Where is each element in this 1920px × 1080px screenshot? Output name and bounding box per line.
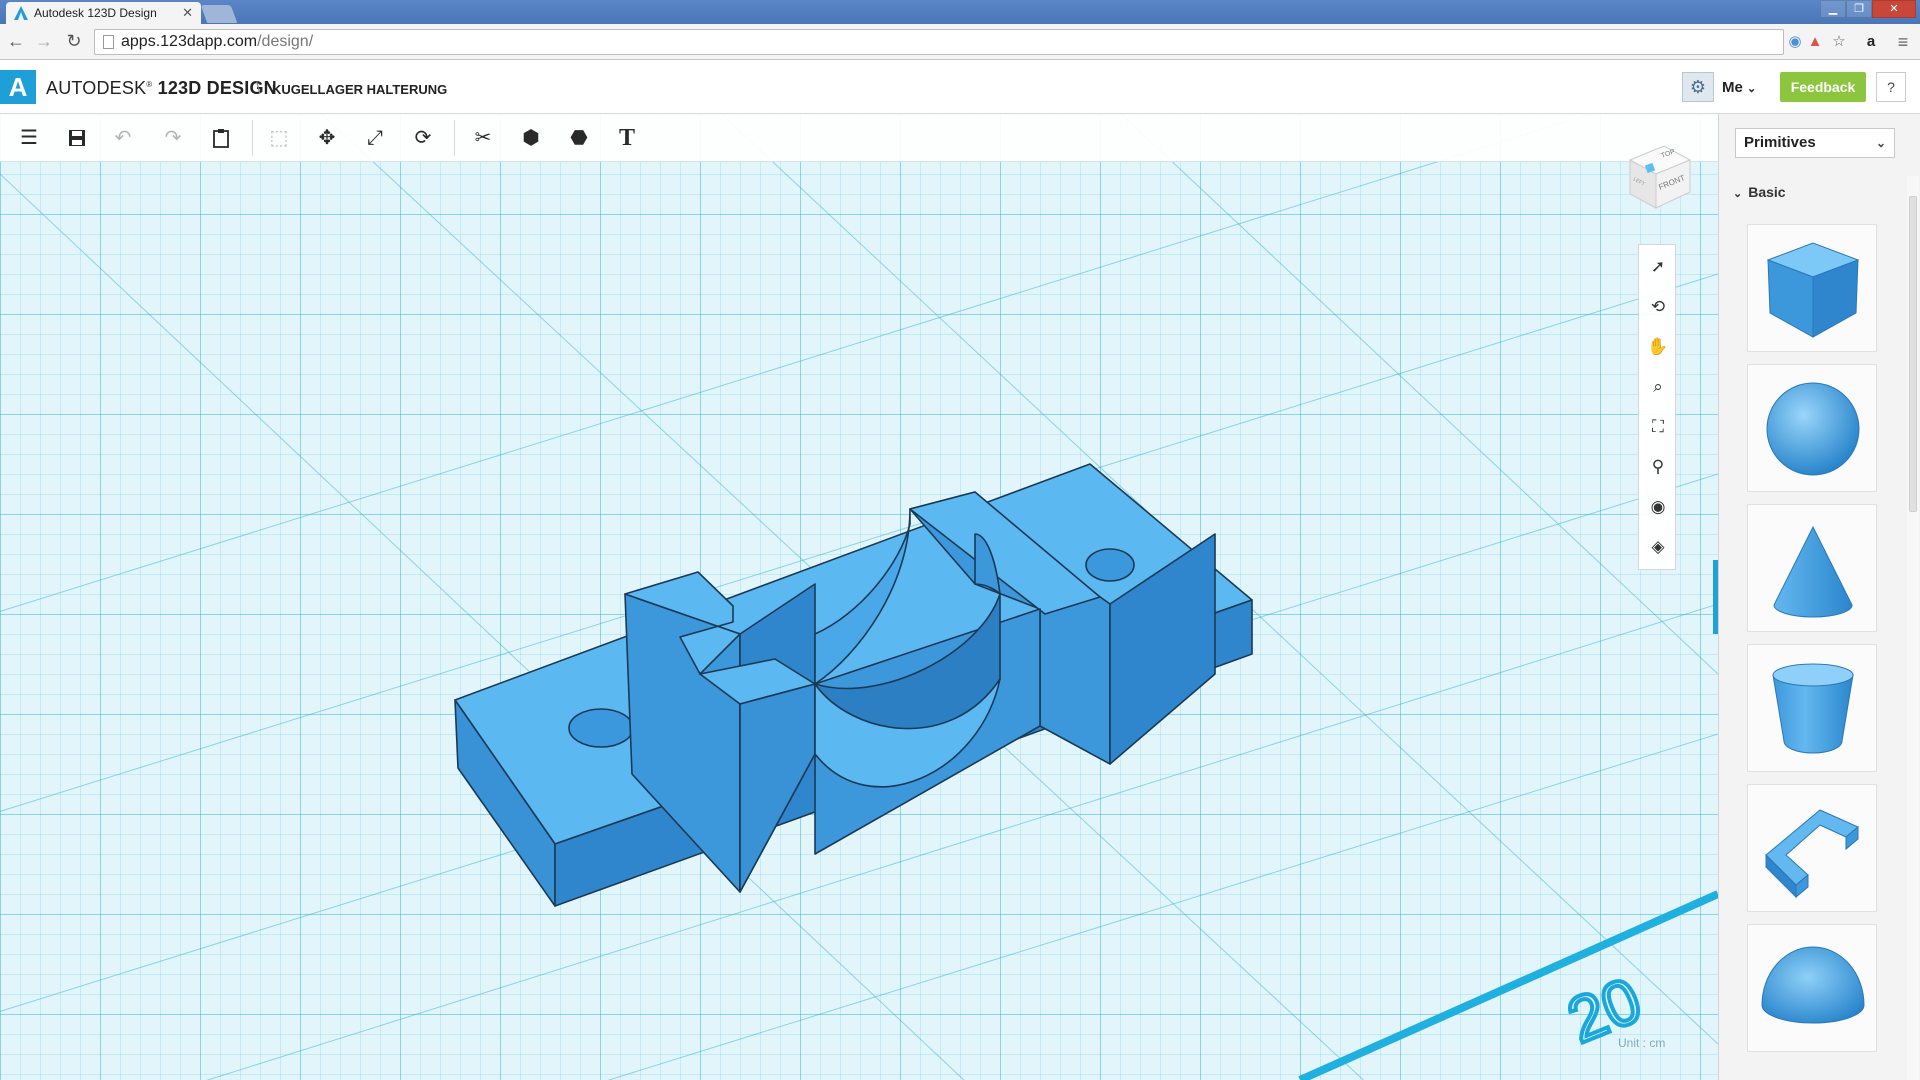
primitives-panel: Primitives ⌄ ⌄ Basic xyxy=(1718,114,1920,1080)
save-icon[interactable] xyxy=(60,122,94,154)
text-icon[interactable]: T xyxy=(610,122,644,154)
url-path: /design/ xyxy=(257,33,314,50)
brand-autodesk: AUTODESK xyxy=(46,78,147,98)
scale-icon[interactable]: ⤢ xyxy=(358,122,392,154)
close-window-icon[interactable]: ✕ xyxy=(1872,0,1916,18)
primitives-dropdown[interactable]: Primitives ⌄ xyxy=(1735,128,1895,158)
pan-icon[interactable]: ✋ xyxy=(1639,327,1677,367)
box-icon xyxy=(1766,242,1860,338)
unit-label: Unit : cm xyxy=(1618,1036,1666,1050)
sphere-icon xyxy=(1766,382,1860,476)
modify-icon[interactable]: ✂ xyxy=(466,122,500,154)
menu-icon[interactable]: ☰ xyxy=(12,122,46,154)
combine-icon[interactable]: ⬢ xyxy=(514,122,548,154)
panel-scrollbar[interactable] xyxy=(1907,176,1919,1080)
primitive-hemisphere[interactable] xyxy=(1747,924,1877,1052)
chrome-menu-icon[interactable]: ≡ xyxy=(1894,33,1912,51)
user-menu-label: Me xyxy=(1722,79,1743,96)
maximize-window-icon[interactable]: ❐ xyxy=(1846,0,1872,18)
feedback-button[interactable]: Feedback xyxy=(1780,72,1866,102)
primitive-cone[interactable] xyxy=(1747,504,1877,632)
browser-address-bar: ← → ↻ apps.123dapp.com/design/ ◉ ▲ ☆ a ≡ xyxy=(0,24,1920,60)
zoom-selected-icon[interactable]: ⚲ xyxy=(1639,447,1677,487)
cylinder-icon xyxy=(1772,663,1854,754)
primitive-polygon[interactable] xyxy=(1747,784,1877,912)
minimize-window-icon[interactable]: ▁ xyxy=(1820,0,1846,18)
toolbar-divider xyxy=(454,120,455,156)
primitives-dropdown-label: Primitives xyxy=(1744,134,1816,151)
chevron-down-icon: ⌄ xyxy=(1747,83,1757,95)
undo-icon[interactable]: ↶ xyxy=(106,122,140,154)
browser-tab[interactable]: Autodesk 123D Design ✕ xyxy=(6,2,201,24)
tab-close-icon[interactable]: ✕ xyxy=(182,5,193,21)
browser-tab-title: Autodesk 123D Design xyxy=(34,6,157,20)
user-menu-button[interactable]: Me ⌄ xyxy=(1722,79,1756,96)
material-icon[interactable]: ◈ xyxy=(1639,527,1677,567)
primitive-box[interactable] xyxy=(1747,224,1877,352)
user-avatar-icon[interactable]: ⚙ xyxy=(1682,72,1714,102)
workplane-grid: 20 xyxy=(0,114,1718,1080)
basic-section-header[interactable]: ⌄ Basic xyxy=(1733,184,1786,200)
zoom-icon[interactable]: ⌕ xyxy=(1639,367,1677,407)
bracket-model[interactable] xyxy=(454,463,1253,907)
extension-drive-icon[interactable]: ▲ xyxy=(1806,33,1824,51)
cone-icon xyxy=(1773,525,1853,618)
project-name[interactable]: KUGELLAGER HALTERUNG xyxy=(272,82,447,97)
autodesk-favicon-icon xyxy=(14,6,28,20)
grid-edge xyxy=(1298,890,1718,1080)
amazon-extension-icon[interactable]: a xyxy=(1862,33,1880,51)
redo-icon[interactable]: ↷ xyxy=(156,122,190,154)
primitive-cylinder[interactable] xyxy=(1747,644,1877,772)
hemisphere-icon xyxy=(1761,946,1865,1024)
polygon-bracket-icon xyxy=(1765,809,1859,899)
primitive-sphere[interactable] xyxy=(1747,364,1877,492)
navigation-bar: ➚ ⟲ ✋ ⌕ ⛶ ⚲ ◉ ◈ xyxy=(1638,244,1676,570)
new-tab-button[interactable] xyxy=(200,5,238,23)
chevron-down-icon: ⌄ xyxy=(1733,188,1743,200)
browser-tab-bar: Autodesk 123D Design ✕ ▁ ❐ ✕ xyxy=(0,0,1920,24)
extension-icon[interactable]: ◉ xyxy=(1786,33,1804,51)
autodesk-logo-icon[interactable]: A xyxy=(0,70,36,104)
refresh-icon[interactable]: ⟳ xyxy=(406,122,440,154)
fit-icon[interactable]: ⛶ xyxy=(1639,407,1677,447)
pointer-icon[interactable]: ➚ xyxy=(1639,247,1677,287)
bookmark-star-icon[interactable]: ☆ xyxy=(1830,33,1848,51)
main-toolbar: ☰ ↶ ↷ ⬚ ✥ ⤢ ⟳ ✂ ⬢ ⬣ T xyxy=(0,114,1718,162)
3d-viewport[interactable]: 20 Unit: cm xyxy=(0,114,1718,1080)
group-icon[interactable]: ⬣ xyxy=(562,122,596,154)
select-box-icon[interactable]: ⬚ xyxy=(262,122,296,154)
view-cube[interactable]: TOP FRONT LEFT xyxy=(1624,142,1694,212)
breadcrumb-separator: \ xyxy=(256,80,261,97)
app-brand: AUTODESK® 123D DESIGN xyxy=(46,78,277,98)
orbit-icon[interactable]: ⟲ xyxy=(1639,287,1677,327)
scrollbar-thumb[interactable] xyxy=(1909,196,1917,512)
page-icon xyxy=(103,35,114,49)
help-button[interactable]: ? xyxy=(1876,72,1906,102)
toolbar-divider xyxy=(252,120,253,156)
reload-icon[interactable]: ↻ xyxy=(62,30,86,54)
clipboard-icon[interactable] xyxy=(204,122,238,154)
visibility-icon[interactable]: ◉ xyxy=(1639,487,1677,527)
url-input[interactable]: apps.123dapp.com/design/ xyxy=(94,29,1784,55)
chevron-down-icon: ⌄ xyxy=(1875,136,1886,150)
basic-section-label: Basic xyxy=(1748,184,1786,200)
back-icon[interactable]: ← xyxy=(4,30,28,54)
app-header: A AUTODESK® 123D DESIGN \ KUGELLAGER HAL… xyxy=(0,60,1920,114)
move-icon[interactable]: ✥ xyxy=(310,122,344,154)
forward-icon[interactable]: → xyxy=(32,30,56,54)
url-host: apps.123dapp.com xyxy=(121,33,258,50)
